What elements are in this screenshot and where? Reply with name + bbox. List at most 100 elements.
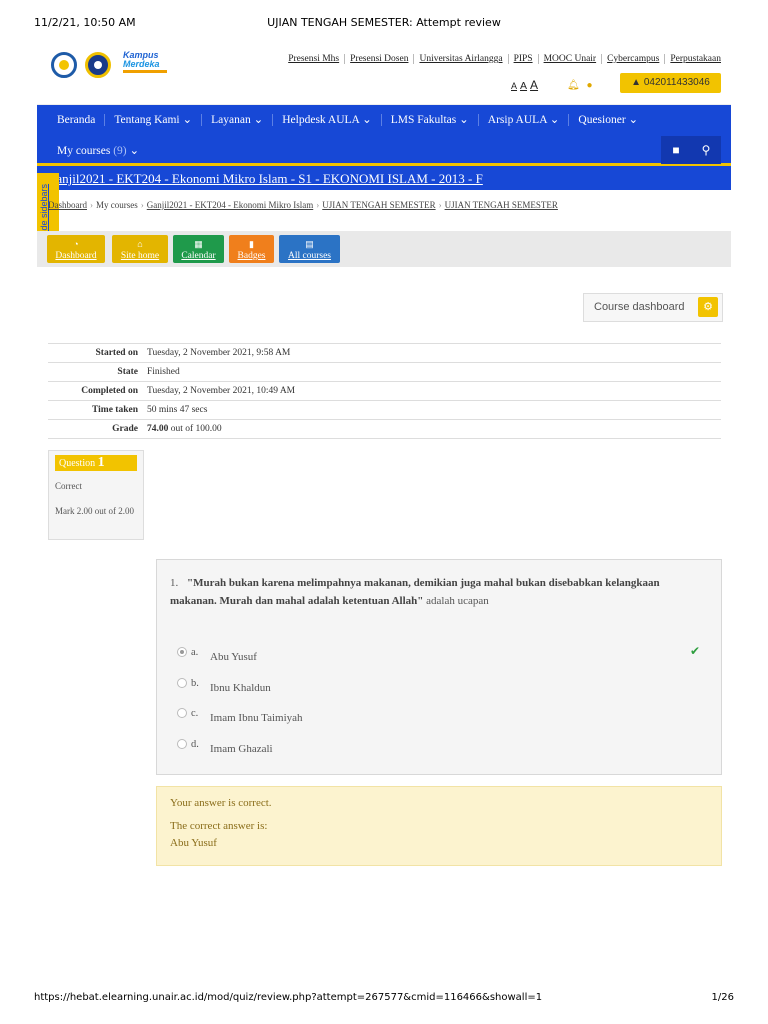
summary-key: Completed on [48,381,147,401]
user-id: 042011433046 [643,77,710,88]
chat-icon[interactable]: ● [586,80,592,91]
question-number: 1 [97,455,105,470]
print-page-title: UJIAN TENGAH SEMESTER: Attempt review [267,16,501,29]
grade-out-of: out of 100.00 [168,424,222,434]
summary-key: State [48,362,147,382]
summary-value: 50 mins 47 secs [147,400,721,420]
breadcrumb: Dashboard › My courses › Ganjil2021 - EKT204… [48,200,558,210]
summary-key: Grade [48,419,147,439]
summary-row-started: Started on Tuesday, 2 November 2021, 9:5… [48,343,721,363]
course-dashboard-label: Course dashboard [594,301,685,313]
breadcrumb-dashboard[interactable]: Dashboard [48,200,87,210]
course-title[interactable]: Ganjil2021 - EKT204 - Ekonomi Mikro Isla… [37,166,731,190]
breadcrumb-course[interactable]: Ganjil2021 - EKT204 - Ekonomi Mikro Isla… [147,200,313,210]
radio[interactable] [177,739,187,750]
feedback-result: Your answer is correct. [170,797,272,809]
font-large-button[interactable]: A [530,78,538,92]
quick-links-bar: ◔ Dashboard ⌂ Site home ▦ Calendar ▮ Bad… [37,231,731,267]
summary-row-completed: Completed on Tuesday, 2 November 2021, 1… [48,381,721,401]
summary-row-state: State Finished [48,362,721,382]
question-text: 1. "Murah bukan karena melimpahnya makan… [170,574,700,610]
main-navbar: Beranda Tentang Kami ⌄ Layanan ⌄ Helpdesk A… [37,105,731,166]
bookmark-button[interactable]: ■ [661,136,691,164]
summary-key: Time taken [48,400,147,420]
course-dashboard-button[interactable]: Course dashboard ⚙ [583,293,723,322]
print-url: https://hebat.elearning.unair.ac.id/mod/… [34,992,543,1003]
kampus-merdeka-logo: Kampus Merdeka [123,51,167,73]
nav-quesioner[interactable]: Quesioner ⌄ [569,114,647,126]
question-number-label: 1. [170,577,179,589]
nav-beranda[interactable]: Beranda [47,114,106,126]
question-state: Correct [55,481,82,491]
link-presensi-mhs[interactable]: Presensi Mhs [283,54,346,64]
font-small-button[interactable]: A [511,81,517,91]
font-size-controls: AAA [511,78,541,92]
option-text: Imam Ghazali [210,743,273,755]
summary-value: 74.00 out of 100.00 [147,419,721,439]
tile-site-home[interactable]: ⌂ Site home [112,235,168,263]
attempt-summary-table: Started on Tuesday, 2 November 2021, 9:5… [48,343,721,439]
link-cybercampus[interactable]: Cybercampus [602,54,666,64]
breadcrumb-quiz[interactable]: UJIAN TENGAH SEMESTER [445,200,558,210]
radio-selected[interactable] [177,647,187,658]
top-links: Presensi Mhs Presensi Dosen Universitas Ai… [283,54,721,64]
print-page-number: 1/26 [711,992,734,1003]
question-box: 1. "Murah bukan karena melimpahnya makan… [156,559,722,775]
link-pips[interactable]: PIPS [508,54,539,64]
option-text: Abu Yusuf [210,651,257,663]
breadcrumb-section[interactable]: UJIAN TENGAH SEMESTER [322,200,435,210]
home-icon: ⌂ [137,239,143,249]
user-menu-button[interactable]: ▲ 042011433046 [620,73,721,93]
unair-logo [85,52,111,78]
option-b[interactable]: b. Ibnu Khaldun [177,677,271,694]
tile-badges[interactable]: ▮ Badges [229,235,274,263]
option-text: Imam Ibnu Taimiyah [210,712,303,724]
tile-all-courses[interactable]: ▤ All courses [279,235,340,263]
question-mark: Mark 2.00 out of 2.00 [55,506,134,516]
check-icon: ✔ [690,644,701,658]
feedback-correct-answer: Abu Yusuf [170,837,217,849]
bell-icon[interactable]: 🔔︎ [567,80,580,91]
search-button[interactable]: ⚲ [691,136,721,164]
link-presensi-dosen[interactable]: Presensi Dosen [345,54,415,64]
link-mooc-unair[interactable]: MOOC Unair [538,54,603,64]
calendar-icon: ▦ [194,239,203,249]
my-courses-label: My courses [57,145,111,157]
nav-helpdesk-aula[interactable]: Helpdesk AULA ⌄ [273,114,382,126]
tile-dashboard[interactable]: ◔ Dashboard [47,235,105,263]
option-c[interactable]: c. Imam Ibnu Taimiyah [177,707,303,724]
option-d[interactable]: d. Imam Ghazali [177,738,273,755]
summary-row-time-taken: Time taken 50 mins 47 secs [48,400,721,420]
option-a[interactable]: a. Abu Yusuf [177,646,257,663]
option-text: Ibnu Khaldun [210,682,271,694]
nav-my-courses[interactable]: My courses (9) ⌄ [57,143,139,157]
print-header: 11/2/21, 10:50 AM UJIAN TENGAH SEMESTER:… [0,12,768,32]
question-number-badge: Question 1 [55,455,137,471]
tile-calendar[interactable]: ▦ Calendar [173,235,224,263]
font-medium-button[interactable]: A [520,80,527,92]
user-icon: ▲ [631,77,642,88]
question-tail: adalah ucapan [423,595,489,607]
search-icon: ⚲ [701,143,711,157]
nav-lms-fakultas[interactable]: LMS Fakultas ⌄ [381,114,479,126]
gear-icon[interactable]: ⚙ [698,297,718,317]
question-quote: "Murah bukan karena melimpahnya makanan,… [170,577,660,607]
nav-layanan[interactable]: Layanan ⌄ [202,114,274,126]
breadcrumb-my-courses: My courses [96,200,138,210]
feedback-correct-label: The correct answer is: [170,820,268,832]
radio[interactable] [177,678,187,689]
question-info-panel: Question 1 Correct Mark 2.00 out of 2.00 [48,450,144,540]
my-courses-count: (9) [113,145,127,157]
nav-menu: Beranda Tentang Kami ⌄ Layanan ⌄ Helpdesk A… [47,112,647,126]
chevron-down-icon: ⌄ [129,145,140,157]
link-universitas-airlangga[interactable]: Universitas Airlangga [414,54,509,64]
link-perpustakaan[interactable]: Perpustakaan [665,54,721,64]
nav-arsip-aula[interactable]: Arsip AULA ⌄ [478,114,570,126]
nav-tentang-kami[interactable]: Tentang Kami ⌄ [105,114,203,126]
summary-value: Tuesday, 2 November 2021, 10:49 AM [147,381,721,401]
feedback-box: Your answer is correct. The correct answ… [156,786,722,866]
radio[interactable] [177,708,187,719]
book-icon: ▤ [305,239,314,249]
summary-key: Started on [48,343,147,363]
summary-value: Finished [147,362,721,382]
